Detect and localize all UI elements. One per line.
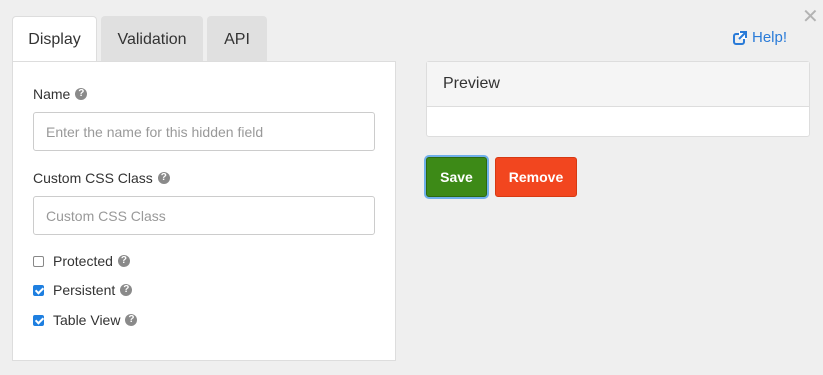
table-view-label[interactable]: Table View <box>53 312 120 328</box>
name-field-label: Name ? <box>33 86 88 102</box>
css-label-text: Custom CSS Class <box>33 170 153 186</box>
persistent-label[interactable]: Persistent <box>53 282 115 298</box>
css-class-input[interactable] <box>33 196 375 235</box>
name-input[interactable] <box>33 112 375 151</box>
question-circle-icon[interactable]: ? <box>75 88 88 100</box>
tab-validation[interactable]: Validation <box>101 16 203 61</box>
remove-button[interactable]: Remove <box>495 157 577 197</box>
protected-checkbox[interactable] <box>33 255 44 267</box>
question-circle-icon[interactable]: ? <box>120 284 133 296</box>
save-button[interactable]: Save <box>426 157 487 197</box>
table-view-row: Table View ? <box>33 312 138 328</box>
protected-label[interactable]: Protected <box>53 253 113 269</box>
question-circle-icon[interactable]: ? <box>157 172 170 184</box>
protected-row: Protected ? <box>33 253 130 269</box>
preview-panel: Preview <box>426 61 810 137</box>
table-view-checkbox[interactable] <box>33 314 44 326</box>
name-label-text: Name <box>33 86 71 102</box>
display-panel: Name ? Custom CSS Class ? Protected ? Pe… <box>12 61 396 361</box>
question-circle-icon[interactable]: ? <box>125 314 138 326</box>
help-label[interactable]: Help! <box>752 29 787 46</box>
external-link-icon <box>733 30 747 45</box>
css-field-label: Custom CSS Class ? <box>33 170 170 186</box>
preview-title: Preview <box>427 62 809 107</box>
help-link[interactable]: Help! <box>733 29 787 46</box>
tab-display[interactable]: Display <box>12 16 97 62</box>
tab-api[interactable]: API <box>207 16 267 61</box>
tab-bar: Display Validation API <box>12 16 271 62</box>
persistent-row: Persistent ? <box>33 282 133 298</box>
close-icon[interactable]: ✕ <box>802 6 819 26</box>
question-circle-icon[interactable]: ? <box>117 255 130 267</box>
persistent-checkbox[interactable] <box>33 284 44 296</box>
